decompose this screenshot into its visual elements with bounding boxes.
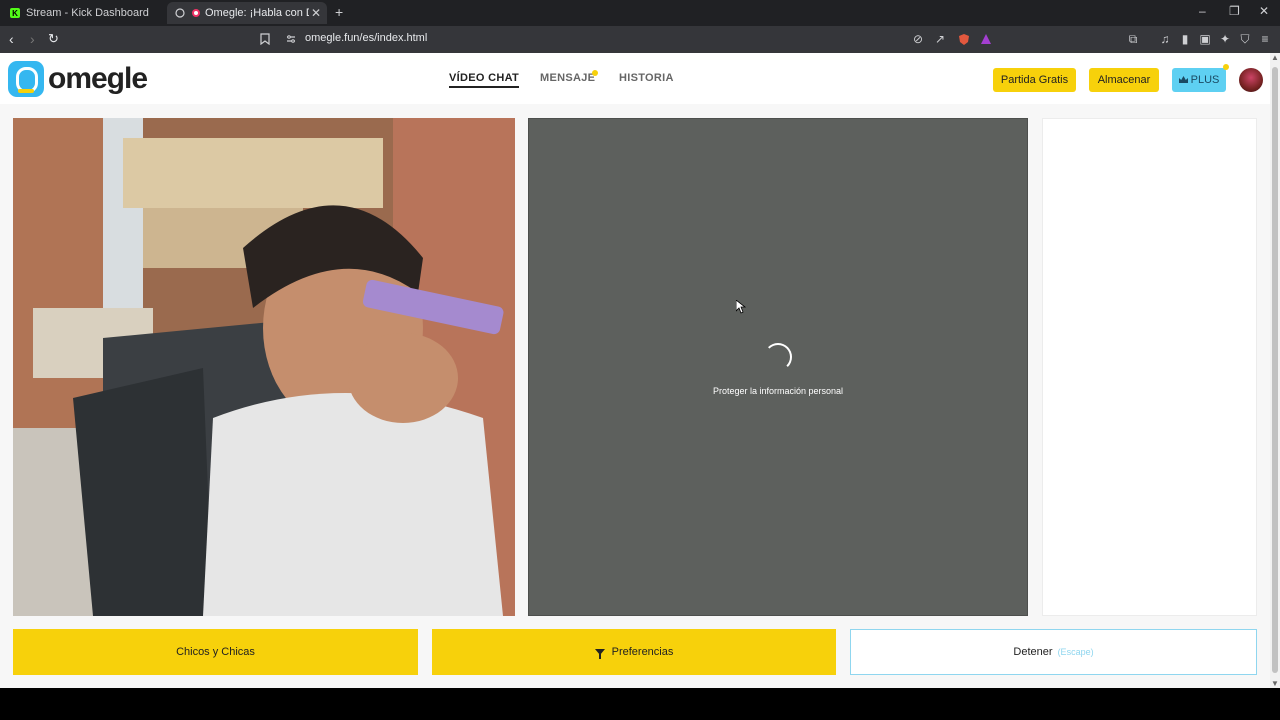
- notification-dot: [592, 70, 598, 76]
- media-icon[interactable]: ♫: [1158, 32, 1172, 46]
- stranger-video-panel: Proteger la información personal: [528, 118, 1028, 616]
- close-tab-icon[interactable]: ✕: [311, 6, 321, 20]
- page-scrollbar[interactable]: ▲ ▼: [1270, 53, 1280, 688]
- bookmark-icon[interactable]: [258, 32, 272, 46]
- logo-text: omegle: [48, 62, 148, 95]
- scrollbar-thumb[interactable]: [1272, 67, 1278, 673]
- stop-label: Detener: [1013, 646, 1053, 658]
- forward-icon[interactable]: ›: [30, 31, 35, 47]
- page: omegle VÍDEO CHAT MENSAJE HISTORIA Parti…: [0, 53, 1270, 688]
- tab-title: Omegle: ¡Habla con Desconocidos!: [205, 7, 309, 19]
- stop-shortcut-hint: (Escape): [1057, 647, 1094, 657]
- nav-video-chat[interactable]: VÍDEO CHAT: [449, 72, 520, 88]
- vpn-icon[interactable]: ⛉: [1238, 32, 1252, 46]
- wallet-icon[interactable]: ▣: [1198, 32, 1212, 46]
- nav-mensaje[interactable]: MENSAJE: [540, 72, 595, 84]
- free-match-button[interactable]: Partida Gratis: [993, 68, 1076, 92]
- plus-label: PLUS: [1190, 74, 1220, 86]
- sidebar-icon[interactable]: ▮: [1178, 32, 1192, 46]
- window-close-icon[interactable]: ✕: [1259, 4, 1269, 18]
- translate-off-icon[interactable]: ⊘: [911, 32, 925, 46]
- scroll-down-icon[interactable]: ▼: [1271, 679, 1279, 688]
- scroll-up-icon[interactable]: ▲: [1271, 53, 1279, 62]
- minimize-icon[interactable]: –: [1199, 4, 1206, 18]
- menu-icon[interactable]: ≡: [1258, 32, 1272, 46]
- own-camera-video: [13, 118, 515, 616]
- leo-ai-icon[interactable]: ✦: [1218, 32, 1232, 46]
- site-info-icon[interactable]: [284, 32, 298, 46]
- restore-icon[interactable]: ❐: [1229, 4, 1240, 18]
- plus-button[interactable]: PLUS: [1172, 68, 1226, 92]
- speaker-icon: [175, 8, 185, 18]
- avatar[interactable]: [1239, 68, 1263, 92]
- chat-panel[interactable]: [1042, 118, 1257, 616]
- omegle-logo-icon: [8, 61, 44, 97]
- kick-favicon-icon: K: [10, 8, 20, 18]
- new-tab-icon[interactable]: +: [335, 4, 343, 20]
- browser-toolbar: ‹ › ↻ omegle.fun/es/index.html ⊘ ↗ ⧉ ♫ ▮…: [0, 26, 1280, 53]
- preferences-button[interactable]: Preferencias: [432, 629, 836, 675]
- stop-button[interactable]: Detener (Escape): [850, 629, 1257, 675]
- crown-icon: [1178, 76, 1188, 83]
- browser-tab-strip: K Stream - Kick Dashboard Omegle: ¡Habla…: [0, 0, 1280, 26]
- stranger-status-text: Proteger la información personal: [712, 386, 844, 396]
- screenshot-icon[interactable]: ⧉: [1126, 32, 1140, 46]
- loading-spinner-icon: [764, 343, 792, 371]
- gender-filter-button[interactable]: Chicos y Chicas: [13, 629, 418, 675]
- brave-shield-icon[interactable]: [957, 32, 971, 46]
- address-bar-url[interactable]: omegle.fun/es/index.html: [305, 32, 427, 44]
- filter-icon: [594, 649, 605, 659]
- camera-frame-image: [13, 118, 515, 616]
- tab-title: Stream - Kick Dashboard: [26, 7, 149, 19]
- back-icon[interactable]: ‹: [9, 31, 14, 47]
- browser-tab-kick[interactable]: K Stream - Kick Dashboard: [0, 2, 165, 24]
- site-header: omegle VÍDEO CHAT MENSAJE HISTORIA Parti…: [0, 53, 1270, 104]
- nav-historia[interactable]: HISTORIA: [619, 72, 674, 84]
- reload-icon[interactable]: ↻: [48, 31, 59, 47]
- store-button[interactable]: Almacenar: [1089, 68, 1159, 92]
- brave-rewards-icon[interactable]: [979, 32, 993, 46]
- preferences-label: Preferencias: [611, 646, 674, 658]
- omegle-logo[interactable]: omegle: [8, 61, 148, 97]
- browser-tab-omegle[interactable]: Omegle: ¡Habla con Desconocidos! ✕: [167, 2, 327, 24]
- share-icon[interactable]: ↗: [933, 32, 947, 46]
- mouse-cursor-icon: [736, 300, 746, 314]
- omegle-favicon-icon: [192, 9, 200, 17]
- plus-notification-dot: [1223, 64, 1229, 70]
